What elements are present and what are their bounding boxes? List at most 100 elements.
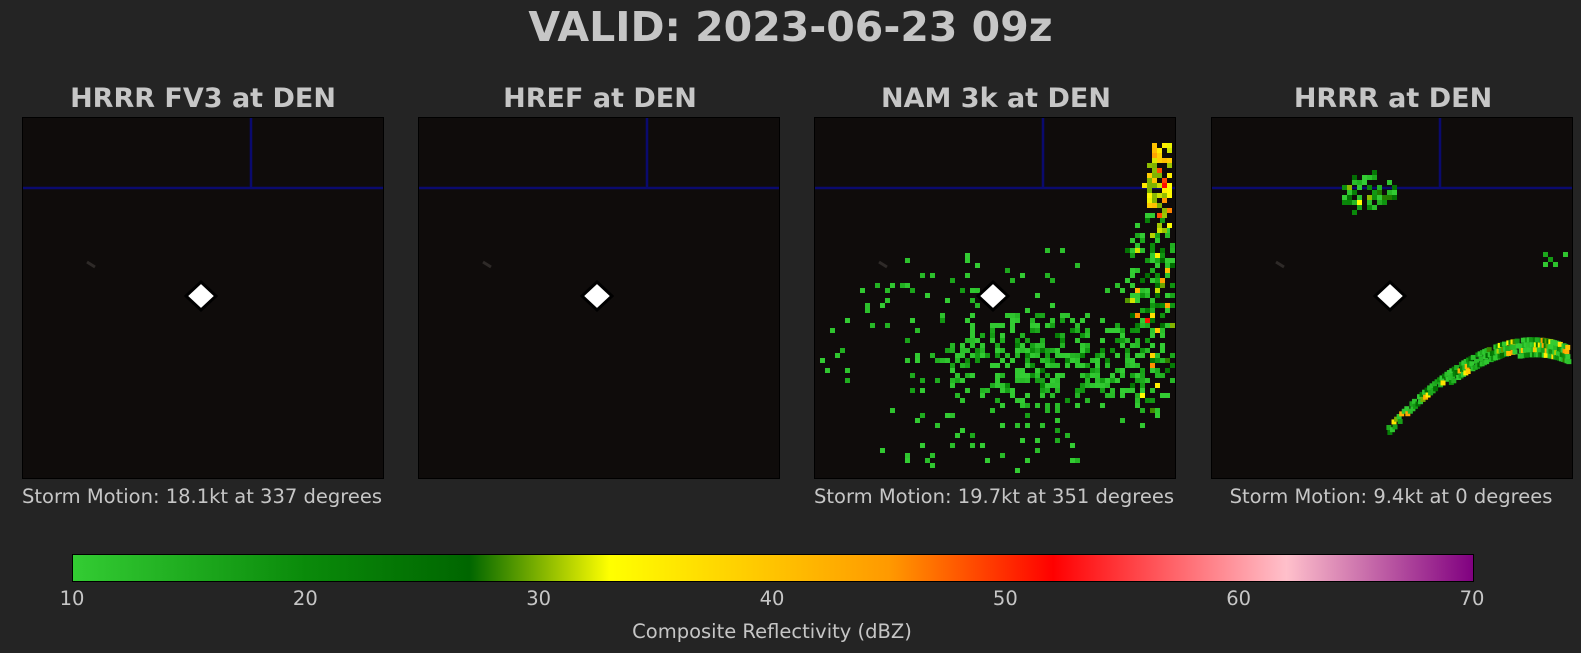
echo-cell	[995, 363, 1000, 368]
echo-cell	[1157, 193, 1162, 198]
echo-cell	[960, 398, 965, 403]
echo-cell	[1030, 343, 1035, 348]
echo-cell	[995, 373, 1000, 378]
echo-cell	[1145, 348, 1150, 353]
echo-cell	[1170, 263, 1175, 268]
echo-cell	[1147, 198, 1152, 203]
echo-cell	[1025, 338, 1030, 343]
echo-cell	[1130, 293, 1135, 298]
echo-cell	[1357, 200, 1362, 205]
echo-cell	[970, 323, 975, 328]
echo-cell	[1025, 363, 1030, 368]
echo-cell	[1055, 348, 1060, 353]
echo-cell	[950, 348, 955, 353]
echo-cell	[1100, 338, 1105, 343]
echo-cell	[1135, 323, 1140, 328]
echo-cell	[1030, 373, 1035, 378]
echo-cell	[970, 338, 975, 343]
echo-cell	[1075, 353, 1080, 358]
echo-cell	[1000, 338, 1005, 343]
echo-cell	[1145, 213, 1150, 218]
echo-cell	[1162, 143, 1167, 148]
echo-cell	[1392, 190, 1397, 195]
echo-cell	[1035, 348, 1040, 353]
echo-cell	[1145, 338, 1150, 343]
echo-cell	[1499, 352, 1505, 358]
echo-cell	[1548, 257, 1553, 262]
echo-cell	[975, 348, 980, 353]
echo-cell	[1357, 195, 1362, 200]
map-nam3k	[815, 118, 1175, 473]
echo-cell	[1150, 233, 1155, 238]
echo-cell	[1162, 208, 1167, 213]
echo-cell	[1135, 403, 1140, 408]
echo-cell	[995, 378, 1000, 383]
echo-cell	[845, 318, 850, 323]
echo-cell	[1125, 348, 1130, 353]
echo-cell	[845, 368, 850, 373]
colorbar-tick-10: 10	[59, 587, 85, 610]
echo-cell	[975, 288, 980, 293]
echo-cell	[1165, 233, 1170, 238]
echo-cell	[1167, 188, 1172, 193]
echo-cell	[1025, 348, 1030, 353]
echo-cell	[1150, 318, 1155, 323]
echo-cell	[1157, 158, 1162, 163]
echo-cell	[1115, 328, 1120, 333]
map-feature	[86, 260, 96, 269]
echo-cell	[1155, 273, 1160, 278]
echo-cell	[1040, 423, 1045, 428]
echo-cell	[830, 328, 835, 333]
echo-cell	[970, 433, 975, 438]
echo-cell	[1070, 443, 1075, 448]
echo-cell	[1140, 393, 1145, 398]
echo-cell	[1140, 323, 1145, 328]
echo-cell	[1045, 323, 1050, 328]
echo-cell	[1065, 353, 1070, 358]
echo-cell	[945, 298, 950, 303]
echo-cell	[1135, 293, 1140, 298]
echo-cell	[1025, 423, 1030, 428]
echo-cell	[1167, 148, 1172, 153]
echo-cell	[1005, 363, 1010, 368]
echo-cell	[1152, 153, 1157, 158]
echo-cell	[995, 353, 1000, 358]
panel-href	[418, 117, 780, 479]
echo-cell	[965, 363, 970, 368]
echo-cell	[1150, 213, 1155, 218]
echo-cell	[1140, 238, 1145, 243]
echo-cell	[1167, 208, 1172, 213]
echo-cell	[1085, 398, 1090, 403]
echo-cell	[875, 283, 880, 288]
echo-cell	[1155, 283, 1160, 288]
echo-cell	[1065, 398, 1070, 403]
echo-cell	[1120, 328, 1125, 333]
echo-cell	[1030, 348, 1035, 353]
echo-cell	[1135, 233, 1140, 238]
echo-cell	[1543, 262, 1548, 267]
echo-cell	[1035, 448, 1040, 453]
echo-cell	[1352, 180, 1357, 185]
echo-cell	[1115, 323, 1120, 328]
echo-cell	[905, 338, 910, 343]
echo-cell	[940, 358, 945, 363]
echo-cell	[1080, 363, 1085, 368]
echo-cell	[1015, 318, 1020, 323]
echo-cell	[1115, 353, 1120, 358]
echo-cell	[1075, 323, 1080, 328]
echo-cell	[1135, 398, 1140, 403]
echo-cell	[1045, 273, 1050, 278]
echo-cell	[1050, 358, 1055, 363]
echo-cell	[1015, 423, 1020, 428]
echo-cell	[1160, 258, 1165, 263]
echo-cell	[1382, 195, 1387, 200]
echo-cell	[1130, 268, 1135, 273]
echo-cell	[1050, 383, 1055, 388]
station-marker-den	[975, 279, 1011, 313]
echo-cell	[1155, 353, 1160, 358]
echo-cell	[1130, 358, 1135, 363]
echo-cell	[1140, 408, 1145, 413]
echo-cell	[1000, 373, 1005, 378]
echo-cell	[1145, 218, 1150, 223]
echo-cell	[1155, 303, 1160, 308]
